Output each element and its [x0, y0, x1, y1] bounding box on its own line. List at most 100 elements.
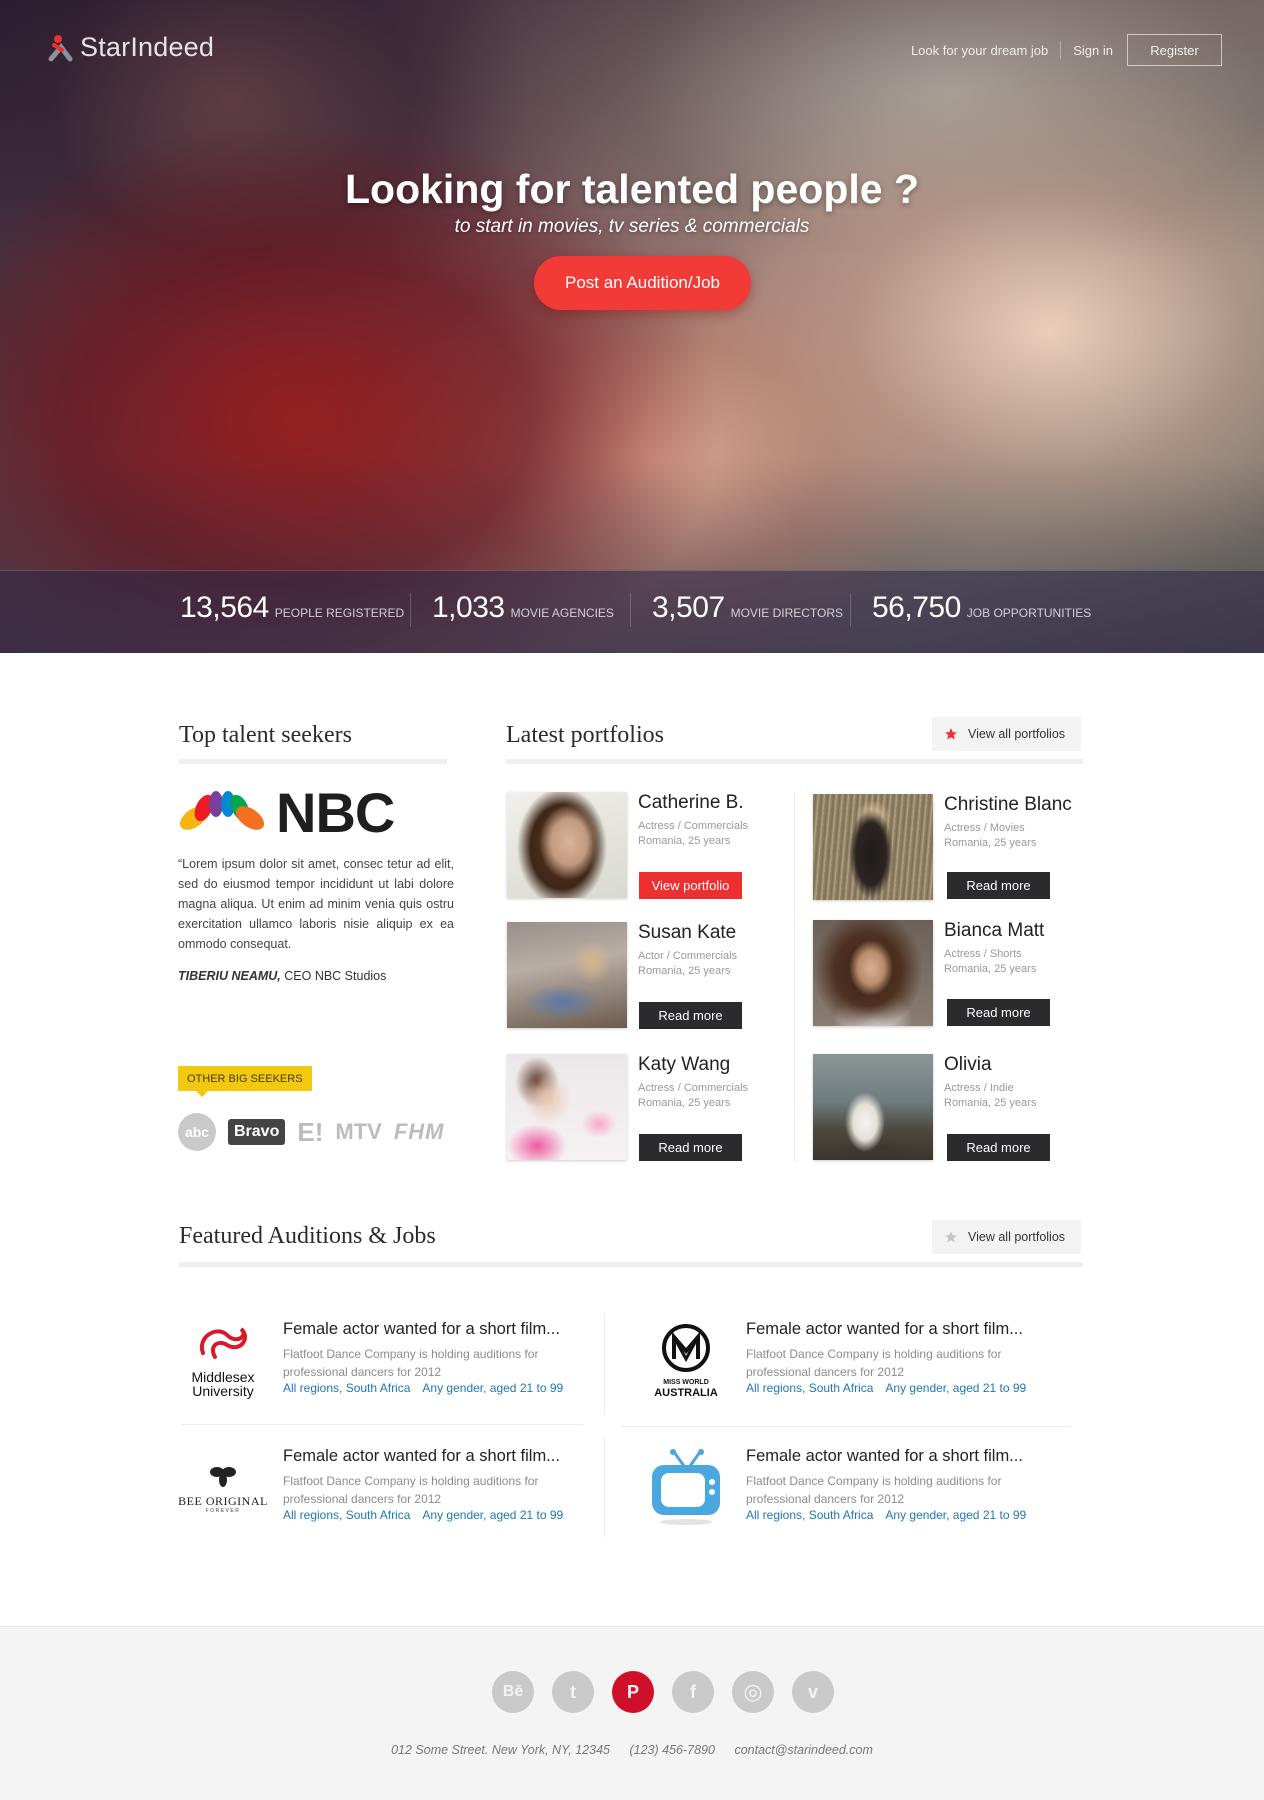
portfolios-title: Latest portfolios [506, 722, 664, 748]
logo-line: FOREVER [205, 1507, 241, 1514]
title-underline [506, 759, 1083, 764]
portfolio-card[interactable]: Catherine B. Actress / Commercials Roman… [507, 792, 787, 902]
portfolio-card[interactable]: Christine Blanc Actress / Movies Romania… [813, 794, 1093, 904]
job-description: Flatfoot Dance Company is holding auditi… [746, 1474, 1002, 1506]
portfolio-photo[interactable] [813, 920, 933, 1026]
facebook-icon[interactable]: f [672, 1671, 714, 1713]
portfolio-location: Romania, 25 years [944, 837, 1037, 849]
stat-people: 13,564 PEOPLE REGISTERED [180, 591, 404, 625]
job-description: Flatfoot Dance Company is holding auditi… [283, 1347, 539, 1379]
nav-divider [1060, 41, 1062, 59]
footer: Bē t P f ◎ v 012 Some Street. New York, … [0, 1626, 1264, 1800]
portfolio-photo[interactable] [507, 922, 627, 1028]
job-title[interactable]: Female actor wanted for a short film... [746, 1447, 1023, 1466]
job-region-link[interactable]: All regions, South Africa [746, 1508, 873, 1522]
bravo-logo[interactable]: Bravo [228, 1119, 286, 1145]
job-meta: All regions, South Africa Any gender, age… [746, 1381, 1026, 1395]
stat-divider [630, 593, 631, 627]
dribbble-icon[interactable]: ◎ [732, 1671, 774, 1713]
portfolio-card[interactable]: Olivia Actress / Indie Romania, 25 years… [813, 1054, 1093, 1164]
job-listing[interactable]: MISS WORLD AUSTRALIA Female actor wanted… [641, 1316, 1071, 1406]
stat-agencies: 1,033 MOVIE AGENCIES [432, 591, 614, 625]
job-gender-link[interactable]: Any gender, aged 21 to 99 [885, 1381, 1026, 1395]
pinterest-icon[interactable]: P [612, 1671, 654, 1713]
nav-sign-in-link[interactable]: Sign in [1073, 43, 1113, 58]
portfolio-location: Romania, 25 years [638, 835, 731, 847]
portfolio-photo[interactable] [507, 1054, 627, 1160]
behance-icon[interactable]: Bē [492, 1671, 534, 1713]
stat-divider [410, 593, 411, 627]
e-logo[interactable]: E! [297, 1117, 323, 1148]
nbc-logo[interactable]: NBC [178, 780, 395, 845]
job-meta: All regions, South Africa Any gender, age… [283, 1508, 563, 1522]
read-more-button[interactable]: Read more [947, 999, 1050, 1026]
hero-title: Looking for talented people ? [345, 166, 919, 212]
read-more-button[interactable]: Read more [639, 1134, 742, 1161]
portfolio-name: Olivia [944, 1054, 992, 1075]
job-title[interactable]: Female actor wanted for a short film... [283, 1320, 560, 1339]
stat-value: 1,033 [432, 591, 505, 624]
abc-logo[interactable]: abc [178, 1113, 216, 1151]
footer-email[interactable]: contact@starindeed.com [734, 1743, 872, 1757]
site-logo[interactable]: StarIndeed [48, 32, 214, 63]
portfolio-column-divider [794, 792, 795, 1162]
portfolio-photo[interactable] [507, 792, 627, 898]
post-audition-button[interactable]: Post an Audition/Job [534, 256, 751, 310]
portfolio-role: Actress / Movies [944, 822, 1025, 834]
title-underline [179, 1262, 1083, 1267]
portfolio-card[interactable]: Bianca Matt Actress / Shorts Romania, 25… [813, 920, 1093, 1030]
portfolio-card[interactable]: Susan Kate Actor / Commercials Romania, … [507, 922, 787, 1032]
job-region-link[interactable]: All regions, South Africa [283, 1508, 410, 1522]
miss-world-emblem-icon [662, 1324, 710, 1372]
view-all-jobs-button[interactable]: View all portfolios [932, 1220, 1081, 1254]
portfolio-photo[interactable] [813, 794, 933, 900]
register-button[interactable]: Register [1127, 34, 1222, 66]
portfolio-card[interactable]: Katy Wang Actress / Commercials Romania,… [507, 1054, 787, 1164]
nav-dream-job-link[interactable]: Look for your dream job [911, 43, 1048, 58]
portfolio-role: Actress / Commercials [638, 1082, 749, 1094]
jobs-title: Featured Auditions & Jobs [179, 1223, 436, 1249]
peacock-icon [178, 790, 266, 838]
read-more-button[interactable]: Read more [947, 872, 1050, 899]
footer-address: 012 Some Street. New York, NY, 12345 [391, 1743, 610, 1757]
logo-line: MISS WORLD [663, 1379, 709, 1386]
job-listing[interactable]: BEE ORIGINAL FOREVER Female actor wanted… [178, 1443, 608, 1533]
mtv-logo[interactable]: MTV [335, 1119, 381, 1145]
portfolio-name: Christine Blanc [944, 794, 1072, 815]
stats-bar: 13,564 PEOPLE REGISTERED 1,033 MOVIE AGE… [0, 570, 1264, 653]
job-region-link[interactable]: All regions, South Africa [283, 1381, 410, 1395]
testimonial-author: TIBERIU NEAMU, CEO NBC Studios [178, 969, 386, 983]
job-gender-link[interactable]: Any gender, aged 21 to 99 [422, 1381, 563, 1395]
job-row-divider [181, 1424, 583, 1425]
vimeo-icon[interactable]: v [792, 1671, 834, 1713]
view-portfolio-button[interactable]: View portfolio [639, 872, 742, 899]
job-description: Flatfoot Dance Company is holding auditi… [283, 1474, 539, 1506]
twitter-icon[interactable]: t [552, 1671, 594, 1713]
job-region-link[interactable]: All regions, South Africa [746, 1381, 873, 1395]
portfolio-photo[interactable] [813, 1054, 933, 1160]
job-title[interactable]: Female actor wanted for a short film... [746, 1320, 1023, 1339]
logo-line: AUSTRALIA [654, 1387, 718, 1399]
author-name: TIBERIU NEAMU, [178, 969, 281, 983]
job-listing[interactable]: Female actor wanted for a short film... … [641, 1443, 1071, 1533]
middlesex-emblem-icon [199, 1327, 247, 1359]
stat-value: 13,564 [180, 591, 269, 624]
logo-icon [48, 33, 74, 63]
title-underline [179, 759, 447, 764]
read-more-button[interactable]: Read more [947, 1134, 1050, 1161]
portfolio-name: Bianca Matt [944, 920, 1045, 941]
contact-info: 012 Some Street. New York, NY, 12345 (12… [0, 1743, 1264, 1757]
stat-value: 56,750 [872, 591, 961, 624]
read-more-button[interactable]: Read more [639, 1002, 742, 1029]
job-gender-link[interactable]: Any gender, aged 21 to 99 [885, 1508, 1026, 1522]
fhm-logo[interactable]: FHM [394, 1119, 445, 1145]
view-all-portfolios-button[interactable]: View all portfolios [932, 717, 1081, 751]
bee-original-logo: BEE ORIGINAL FOREVER [178, 1443, 268, 1533]
author-role: CEO NBC Studios [280, 969, 387, 983]
job-listing[interactable]: Middlesex University Female actor wanted… [178, 1316, 608, 1406]
portfolio-name: Catherine B. [638, 792, 744, 813]
job-title[interactable]: Female actor wanted for a short film... [283, 1447, 560, 1466]
job-gender-link[interactable]: Any gender, aged 21 to 99 [422, 1508, 563, 1522]
portfolio-location: Romania, 25 years [944, 963, 1037, 975]
stat-label: MOVIE DIRECTORS [730, 606, 844, 620]
